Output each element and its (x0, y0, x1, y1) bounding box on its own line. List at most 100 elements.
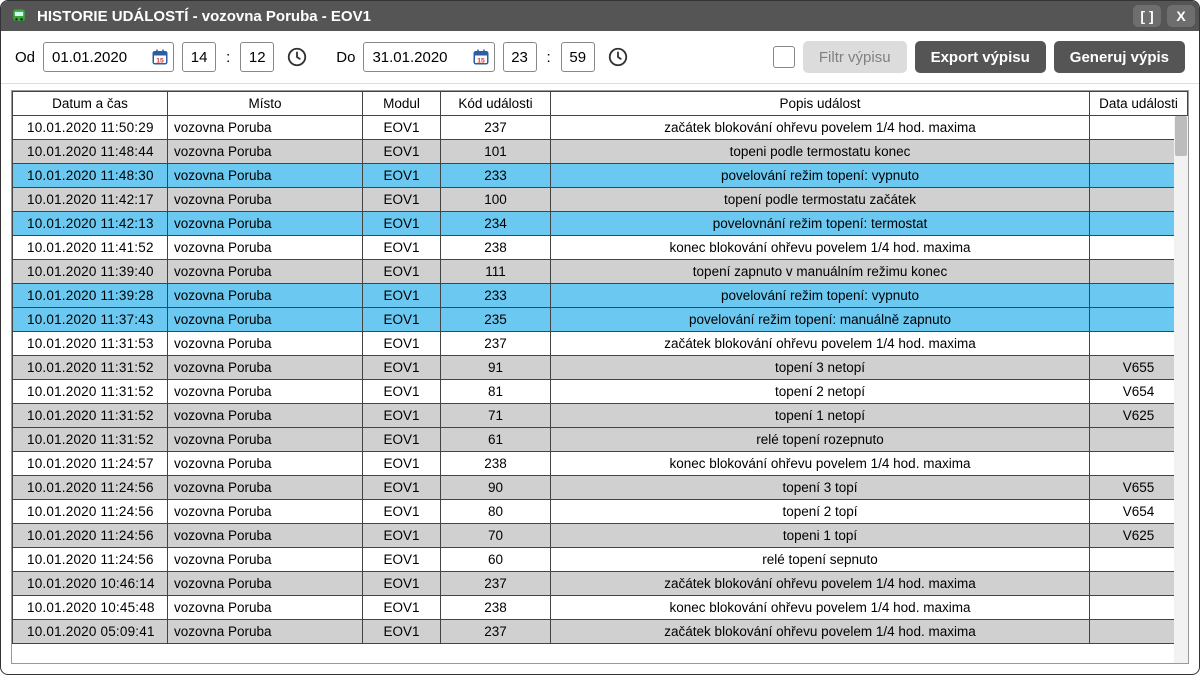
cell-datetime: 10.01.2020 11:24:56 (13, 476, 168, 500)
table-row[interactable]: 10.01.2020 10:45:48vozovna PorubaEOV1238… (13, 596, 1188, 620)
filter-checkbox[interactable] (773, 46, 795, 68)
table-row[interactable]: 10.01.2020 10:46:14vozovna PorubaEOV1237… (13, 572, 1188, 596)
cell-code: 111 (441, 260, 551, 284)
cell-place: vozovna Poruba (168, 356, 363, 380)
cell-module: EOV1 (363, 356, 441, 380)
clock-icon[interactable] (286, 46, 308, 68)
cell-desc: topení 1 netopí (551, 404, 1090, 428)
cell-code: 235 (441, 308, 551, 332)
cell-desc: topení 2 netopí (551, 380, 1090, 404)
col-datetime[interactable]: Datum a čas (13, 92, 168, 116)
generate-button[interactable]: Generuj výpis (1054, 41, 1185, 73)
time-colon: : (545, 49, 553, 66)
table-row[interactable]: 10.01.2020 05:09:41vozovna PorubaEOV1237… (13, 620, 1188, 644)
to-min-input[interactable]: 59 (561, 42, 595, 72)
table-row[interactable]: 10.01.2020 11:39:28vozovna PorubaEOV1233… (13, 284, 1188, 308)
cell-desc: povelování režim topení: manuálně zapnut… (551, 308, 1090, 332)
table-row[interactable]: 10.01.2020 11:41:52vozovna PorubaEOV1238… (13, 236, 1188, 260)
col-place[interactable]: Místo (168, 92, 363, 116)
filter-button[interactable]: Filtr výpisu (803, 41, 907, 73)
table-row[interactable]: 10.01.2020 11:37:43vozovna PorubaEOV1235… (13, 308, 1188, 332)
cell-place: vozovna Poruba (168, 452, 363, 476)
cell-data: V625 (1090, 524, 1188, 548)
table-row[interactable]: 10.01.2020 11:24:56vozovna PorubaEOV190t… (13, 476, 1188, 500)
from-date-input[interactable]: 01.01.2020 15 (43, 42, 174, 72)
calendar-icon[interactable]: 15 (472, 48, 490, 66)
table-row[interactable]: 10.01.2020 11:24:56vozovna PorubaEOV180t… (13, 500, 1188, 524)
from-min-input[interactable]: 12 (240, 42, 274, 72)
clock-icon[interactable] (607, 46, 629, 68)
cell-data (1090, 212, 1188, 236)
cell-module: EOV1 (363, 332, 441, 356)
table-header-row: Datum a čas Místo Modul Kód události Pop… (13, 92, 1188, 116)
cell-desc: topení podle termostatu začátek (551, 188, 1090, 212)
table-row[interactable]: 10.01.2020 11:24:57vozovna PorubaEOV1238… (13, 452, 1188, 476)
table-row[interactable]: 10.01.2020 11:39:40vozovna PorubaEOV1111… (13, 260, 1188, 284)
cell-data (1090, 572, 1188, 596)
close-button[interactable]: X (1167, 5, 1195, 27)
cell-desc: konec blokování ohřevu povelem 1/4 hod. … (551, 236, 1090, 260)
cell-code: 237 (441, 572, 551, 596)
cell-module: EOV1 (363, 500, 441, 524)
toolbar: Od 01.01.2020 15 14 : 12 Do 31.01.2020 1… (1, 31, 1199, 84)
scrollbar-thumb[interactable] (1175, 116, 1187, 156)
to-hour-input[interactable]: 23 (503, 42, 537, 72)
cell-datetime: 10.01.2020 11:39:40 (13, 260, 168, 284)
cell-desc: relé topení rozepnuto (551, 428, 1090, 452)
cell-datetime: 10.01.2020 11:31:52 (13, 404, 168, 428)
cell-module: EOV1 (363, 476, 441, 500)
from-hour-input[interactable]: 14 (182, 42, 216, 72)
table-row[interactable]: 10.01.2020 11:24:56vozovna PorubaEOV160r… (13, 548, 1188, 572)
to-date-input[interactable]: 31.01.2020 15 (363, 42, 494, 72)
table-row[interactable]: 10.01.2020 11:31:53vozovna PorubaEOV1237… (13, 332, 1188, 356)
cell-desc: povelování režim topení: vypnuto (551, 284, 1090, 308)
cell-data (1090, 452, 1188, 476)
cell-desc: začátek blokování ohřevu povelem 1/4 hod… (551, 620, 1090, 644)
from-label: Od (15, 49, 35, 66)
cell-desc: konec blokování ohřevu povelem 1/4 hod. … (551, 452, 1090, 476)
cell-code: 238 (441, 452, 551, 476)
cell-code: 71 (441, 404, 551, 428)
cell-datetime: 10.01.2020 05:09:41 (13, 620, 168, 644)
cell-datetime: 10.01.2020 11:31:52 (13, 428, 168, 452)
cell-data: V625 (1090, 404, 1188, 428)
col-code[interactable]: Kód události (441, 92, 551, 116)
cell-data: V654 (1090, 500, 1188, 524)
cell-place: vozovna Poruba (168, 500, 363, 524)
cell-module: EOV1 (363, 428, 441, 452)
calendar-icon[interactable]: 15 (151, 48, 169, 66)
cell-desc: topení 3 netopí (551, 356, 1090, 380)
event-table: Datum a čas Místo Modul Kód události Pop… (12, 91, 1188, 644)
col-desc[interactable]: Popis událost (551, 92, 1090, 116)
cell-data (1090, 116, 1188, 140)
cell-code: 81 (441, 380, 551, 404)
cell-place: vozovna Poruba (168, 140, 363, 164)
table-row[interactable]: 10.01.2020 11:31:52vozovna PorubaEOV191t… (13, 356, 1188, 380)
cell-data (1090, 284, 1188, 308)
svg-text:15: 15 (156, 57, 164, 64)
titlebar: HISTORIE UDÁLOSTÍ - vozovna Poruba - EOV… (1, 1, 1199, 31)
table-row[interactable]: 10.01.2020 11:50:29vozovna PorubaEOV1237… (13, 116, 1188, 140)
cell-datetime: 10.01.2020 11:24:56 (13, 548, 168, 572)
col-module[interactable]: Modul (363, 92, 441, 116)
cell-data (1090, 140, 1188, 164)
table-row[interactable]: 10.01.2020 11:48:44vozovna PorubaEOV1101… (13, 140, 1188, 164)
table-row[interactable]: 10.01.2020 11:24:56vozovna PorubaEOV170t… (13, 524, 1188, 548)
table-row[interactable]: 10.01.2020 11:42:17vozovna PorubaEOV1100… (13, 188, 1188, 212)
export-button[interactable]: Export výpisu (915, 41, 1046, 73)
table-row[interactable]: 10.01.2020 11:48:30vozovna PorubaEOV1233… (13, 164, 1188, 188)
cell-module: EOV1 (363, 188, 441, 212)
table-row[interactable]: 10.01.2020 11:31:52vozovna PorubaEOV161r… (13, 428, 1188, 452)
scrollbar[interactable] (1174, 116, 1188, 663)
cell-module: EOV1 (363, 404, 441, 428)
cell-module: EOV1 (363, 116, 441, 140)
table-row[interactable]: 10.01.2020 11:42:13vozovna PorubaEOV1234… (13, 212, 1188, 236)
cell-place: vozovna Poruba (168, 596, 363, 620)
col-data[interactable]: Data události (1090, 92, 1188, 116)
table-row[interactable]: 10.01.2020 11:31:52vozovna PorubaEOV171t… (13, 404, 1188, 428)
cell-data (1090, 188, 1188, 212)
cell-datetime: 10.01.2020 11:37:43 (13, 308, 168, 332)
cell-module: EOV1 (363, 140, 441, 164)
table-row[interactable]: 10.01.2020 11:31:52vozovna PorubaEOV181t… (13, 380, 1188, 404)
maximize-button[interactable]: [ ] (1133, 5, 1161, 27)
